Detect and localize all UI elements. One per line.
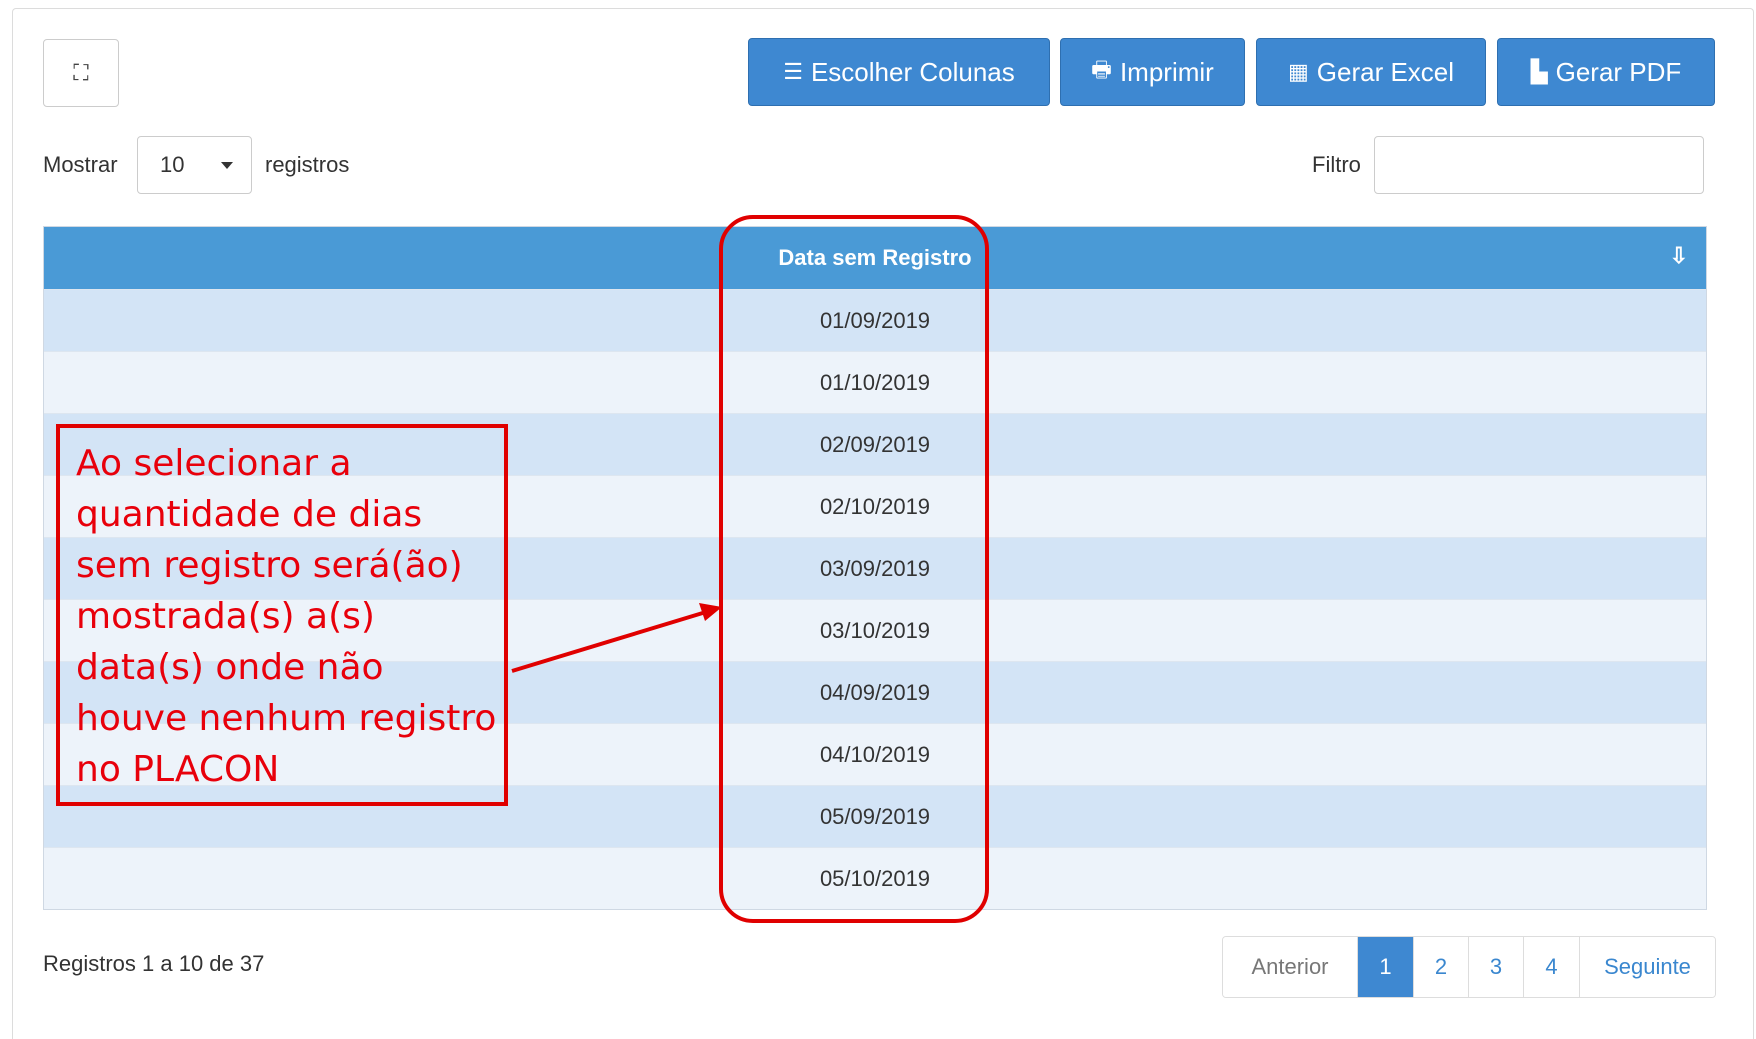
annotation-arrow: [511, 603, 722, 673]
